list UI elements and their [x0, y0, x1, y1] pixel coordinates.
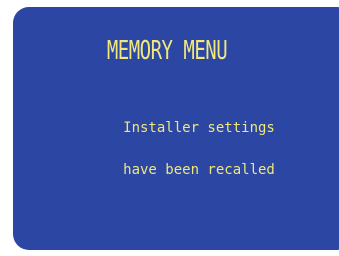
status-message-line-1: Installer settings	[123, 120, 275, 136]
menu-title: MEMORY MENU	[106, 36, 228, 66]
status-message-line-2: have been recalled	[123, 162, 275, 178]
memory-menu-screen: MEMORY MENU Installer settings have been…	[13, 7, 339, 250]
status-message: Installer settings have been recalled	[99, 93, 299, 205]
